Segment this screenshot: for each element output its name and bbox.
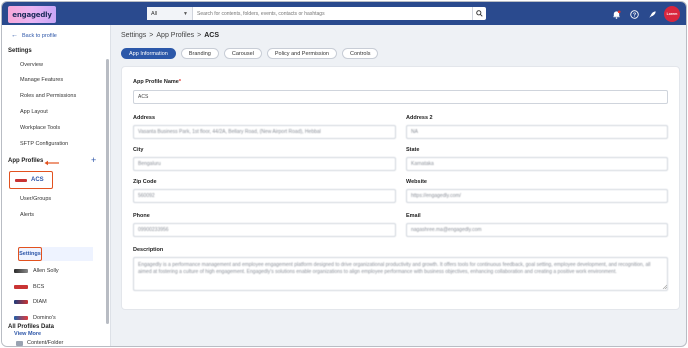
required-star: * [178, 79, 181, 85]
breadcrumb-app-profiles[interactable]: App Profiles [156, 32, 194, 39]
city-field[interactable]: Bengaluru [133, 157, 396, 171]
sidebar-item-acs[interactable]: ACS [9, 171, 53, 189]
brand-label: Domino's [33, 315, 56, 321]
logo-text: engagedly [12, 10, 52, 19]
zip-field[interactable]: 560092 [133, 189, 396, 203]
arrow-left-icon: ← [11, 32, 18, 39]
address-label: Address [133, 115, 156, 121]
address2-field[interactable]: NA [406, 125, 668, 139]
app-profiles-heading: App Profiles [8, 158, 44, 164]
app-profile-name-field[interactable]: ACS [133, 90, 668, 104]
sidebar: ← Back to profile Settings Overview Mana… [2, 25, 111, 346]
content-folder-label: Content/Folder [27, 340, 64, 346]
email-field[interactable]: nagashree.ma@engagedly.com [406, 223, 668, 237]
help-button[interactable]: ? [628, 8, 640, 20]
tab-policy-permission[interactable]: Policy and Permission [266, 48, 337, 59]
app-information-form: App Profile Name* ACS Address Vasanta Bu… [121, 66, 680, 310]
tab-controls[interactable]: Controls [341, 48, 379, 59]
address2-label: Address 2 [406, 115, 433, 121]
sidebar-item-diam[interactable]: DIAM [14, 299, 47, 305]
breadcrumb-current: ACS [204, 32, 220, 39]
phone-label: Phone [133, 213, 150, 219]
sidebar-item-settings-row: Settings [18, 247, 93, 261]
acs-label: ACS [31, 177, 44, 183]
top-icons: ? Lorem [610, 6, 680, 22]
launch-button[interactable] [646, 8, 658, 20]
search-button[interactable] [472, 7, 486, 20]
brand-logo [14, 300, 28, 304]
settings-heading: Settings [8, 48, 32, 54]
help-icon: ? [629, 9, 639, 19]
back-to-profile-link[interactable]: ← Back to profile [11, 32, 57, 39]
brand-logo [14, 269, 28, 273]
brand-label: DIAM [33, 299, 47, 305]
sidebar-item-bcs[interactable]: BCS [14, 284, 44, 290]
description-field[interactable]: Engagedly is a performance management an… [133, 257, 668, 291]
city-label: City [133, 147, 144, 153]
back-label: Back to profile [22, 32, 57, 39]
brand-label: Allen Solly [33, 268, 59, 274]
profile-tabs: App Information Branding Carousel Policy… [121, 48, 379, 59]
website-field[interactable]: https://engagedly.com/ [406, 189, 668, 203]
sidebar-item-alerts[interactable]: Alerts [20, 212, 34, 218]
svg-text:?: ? [632, 12, 635, 18]
company-logo[interactable]: engagedly [8, 6, 56, 23]
avatar[interactable]: Lorem [664, 6, 680, 22]
breadcrumb-separator: > [149, 32, 154, 39]
sidebar-item-user-groups[interactable]: User/Groups [20, 196, 51, 202]
tab-app-information[interactable]: App Information [121, 48, 176, 59]
folder-icon [16, 340, 23, 346]
top-bar: engagedly All ▼ ? Lorem [2, 2, 686, 25]
breadcrumb-separator: > [197, 32, 202, 39]
tab-carousel[interactable]: Carousel [223, 48, 262, 59]
search-scope-select[interactable]: All ▼ [147, 7, 193, 20]
sidebar-item-dominos[interactable]: Domino's [14, 315, 56, 321]
all-profiles-heading: All Profiles Data [8, 324, 55, 330]
chevron-down-icon: ▼ [183, 10, 188, 17]
sidebar-item-manage-features[interactable]: Manage Features [20, 77, 63, 83]
sidebar-item-overview[interactable]: Overview [20, 62, 43, 68]
global-search: All ▼ [147, 7, 486, 20]
brand-logo [14, 316, 28, 320]
phone-field[interactable]: 09900233956 [133, 223, 396, 237]
sidebar-scrollbar[interactable] [106, 59, 109, 324]
brand-logo [14, 285, 28, 289]
brand-label: BCS [33, 284, 45, 290]
email-label: Email [406, 213, 421, 219]
label-text: App Profile Name [133, 79, 179, 85]
state-label: State [406, 147, 420, 153]
address-field[interactable]: Vasanta Business Park, 1st floor, 44/2A,… [133, 125, 396, 139]
sidebar-item-settings[interactable]: Settings [18, 247, 42, 261]
view-more-link[interactable]: View More [14, 331, 41, 337]
sidebar-item-app-layout[interactable]: App Layout [20, 109, 48, 115]
resize-handle-icon[interactable] [662, 284, 667, 289]
sidebar-item-sftp[interactable]: SFTP Configuration [20, 141, 68, 147]
sidebar-item-roles[interactable]: Roles and Permissions [20, 93, 76, 99]
breadcrumb: Settings > App Profiles > ACS [121, 32, 219, 39]
app-profile-name-label: App Profile Name* [133, 79, 181, 85]
add-profile-button[interactable]: + [91, 156, 96, 165]
notifications-button[interactable] [610, 8, 622, 20]
zip-label: Zip Code [133, 179, 157, 185]
acs-logo [15, 178, 27, 182]
search-icon [476, 10, 483, 17]
sidebar-item-allen-solly[interactable]: Allen Solly [14, 268, 59, 274]
website-label: Website [406, 179, 427, 185]
bell-icon [612, 9, 621, 19]
arrow-left-icon [44, 160, 59, 166]
state-field[interactable]: Karnataka [406, 157, 668, 171]
sidebar-item-workplace-tools[interactable]: Workplace Tools [20, 125, 60, 131]
search-input[interactable] [193, 7, 472, 20]
search-scope-value: All [151, 10, 158, 17]
sidebar-item-content-folder[interactable]: Content/Folder [16, 340, 63, 346]
app-window: engagedly All ▼ ? Lorem [1, 1, 687, 347]
description-label: Description [133, 247, 164, 253]
avatar-text: Lorem [666, 12, 678, 16]
breadcrumb-settings[interactable]: Settings [121, 32, 146, 39]
rocket-icon [648, 10, 656, 18]
tab-branding[interactable]: Branding [180, 48, 219, 59]
